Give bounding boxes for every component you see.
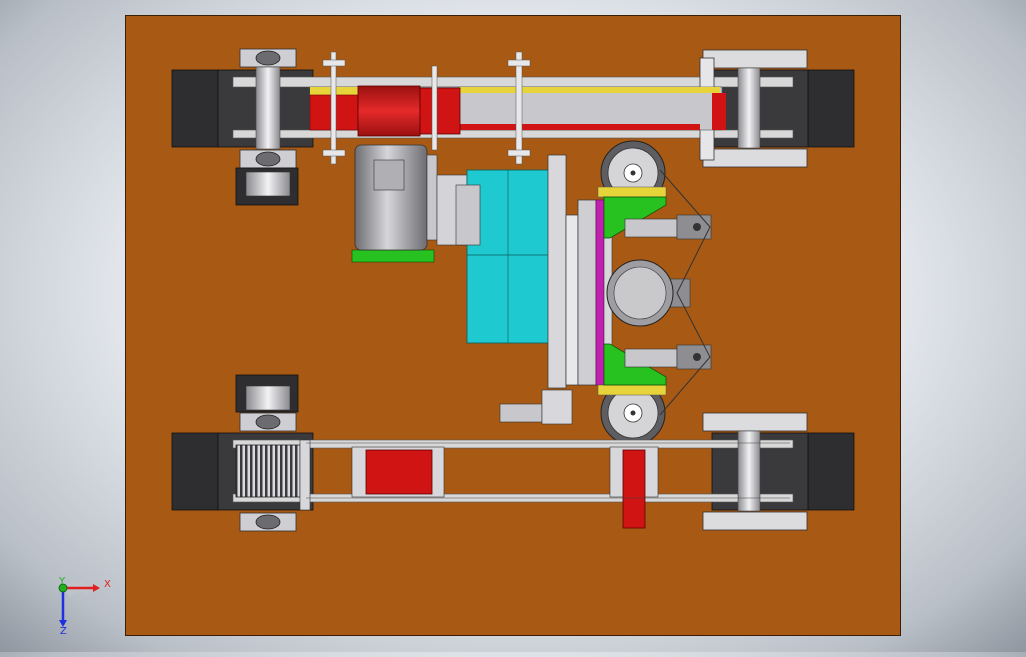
axis-triad: X Y Z (58, 576, 111, 637)
upper-yellow-plate (597, 186, 667, 198)
top-bolt-1-cap-bottom (322, 149, 346, 157)
bottom-rail-upper (232, 439, 794, 449)
cad-viewport[interactable]: X Y Z (0, 0, 1026, 652)
top-bolt-2-cap-top (507, 59, 531, 67)
top-drive-roll (357, 85, 421, 137)
top-belt-red-low (460, 124, 700, 130)
top-belt-yellow-2 (460, 87, 720, 93)
top-bolt-1-cap-top (322, 59, 346, 67)
top-right-shaft (737, 67, 761, 149)
top-track-left-end (171, 69, 219, 148)
motor-flange (426, 154, 438, 241)
top-bolt-3 (431, 65, 438, 151)
lower-yellow-plate (597, 384, 667, 396)
bottom-left-drum (235, 444, 301, 498)
top-sprocket (245, 171, 291, 197)
gearbox[interactable] (455, 169, 550, 344)
bottom-red-block (365, 449, 433, 495)
top-belt-red-right (712, 93, 726, 130)
top-bolt-2-cap-bottom (507, 149, 531, 157)
z-axis-label: Z (60, 626, 67, 637)
upper-cylinder (624, 218, 678, 238)
top-track-right-end (807, 69, 855, 148)
magenta-strip (595, 199, 605, 386)
gearbox-input-flange (455, 184, 481, 246)
assembly-drawing: X Y Z (58, 15, 901, 637)
top-left-bearing-bottom (255, 151, 281, 167)
top-left-bearing-top (255, 50, 281, 66)
top-drive-hub (419, 87, 461, 135)
motor-base (351, 249, 435, 263)
top-bolt-1 (330, 51, 337, 165)
motor-terminal-box (373, 159, 405, 191)
bottom-red-post (622, 449, 646, 529)
top-left-shaft (255, 66, 281, 150)
y-axis-label: Y (58, 576, 66, 587)
outlet-chute (499, 403, 543, 423)
top-right-support-bottom (702, 148, 808, 168)
top-bolt-2 (515, 51, 523, 165)
lower-cylinder (624, 348, 678, 368)
x-axis-label: X (104, 579, 111, 590)
top-right-support-top (702, 49, 808, 69)
